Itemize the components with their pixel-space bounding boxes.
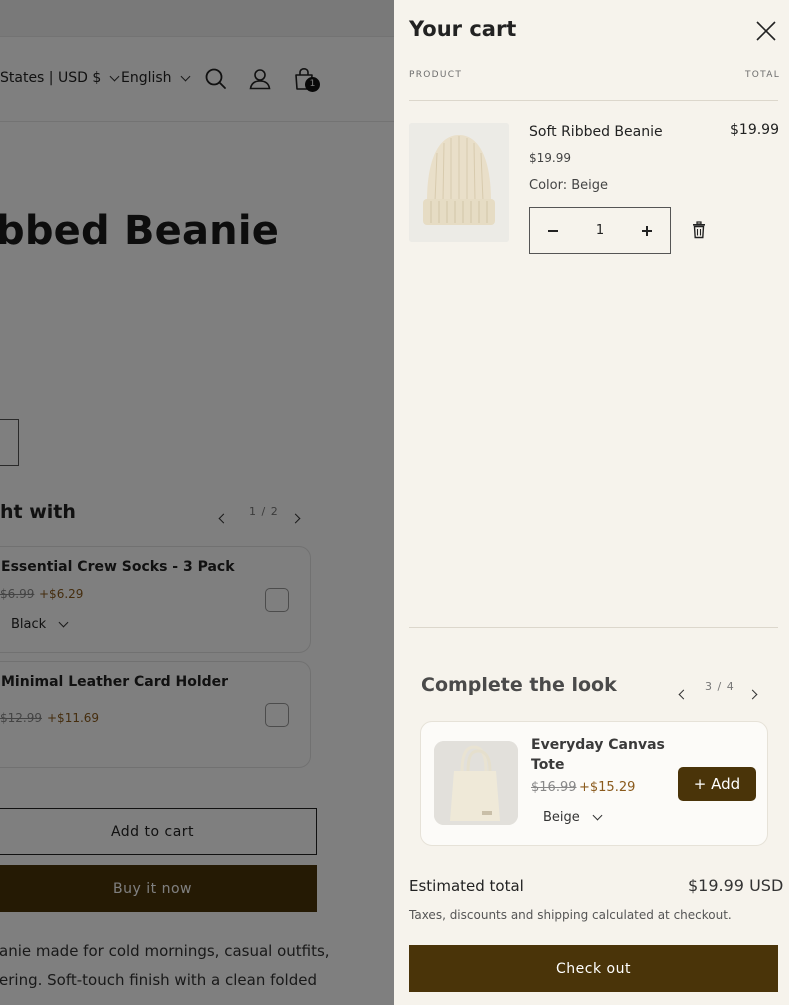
drawer-overlay[interactable] (0, 0, 394, 1005)
quantity-increase-button[interactable] (624, 208, 670, 253)
tote-bag-image (434, 741, 518, 825)
checkout-button[interactable]: Check out (409, 945, 778, 992)
recommended-product-variant: Beige (543, 810, 580, 825)
add-recommended-button[interactable]: + Add (678, 767, 756, 801)
quantity-decrease-button[interactable] (530, 208, 576, 253)
chevron-down-icon (592, 810, 603, 821)
estimated-total-label: Estimated total (409, 877, 524, 895)
cart-item-line-total: $19.99 (730, 122, 779, 138)
quantity-input[interactable]: 1 (576, 223, 624, 238)
recommended-product-name[interactable]: Everyday Canvas Tote (531, 735, 671, 775)
chevron-right-icon (747, 689, 758, 700)
estimated-total-value: $19.99 USD (688, 876, 784, 895)
recommended-product-new-price: +$15.29 (579, 780, 636, 795)
complete-the-look-title: Complete the look (421, 674, 617, 696)
cart-title: Your cart (409, 17, 517, 41)
cart-drawer: Your cart PRODUCT TOTAL Soft Ribbed Bean… (394, 0, 789, 1005)
cart-item-unit-price: $19.99 (529, 151, 571, 165)
recommended-product-old-price: $16.99 (531, 780, 577, 795)
recommended-product-variant-select[interactable]: Beige (543, 810, 603, 825)
complete-look-prev-button[interactable] (678, 683, 689, 702)
trash-icon[interactable] (691, 221, 707, 239)
tax-note: Taxes, discounts and shipping calculated… (409, 908, 732, 922)
complete-look-next-button[interactable] (747, 683, 758, 702)
beanie-image (409, 123, 509, 242)
chevron-left-icon (678, 689, 689, 700)
recommended-product-image[interactable] (434, 741, 518, 825)
complete-look-page-indicator: 3 / 4 (705, 680, 735, 693)
divider (409, 627, 778, 628)
close-icon[interactable] (755, 20, 777, 42)
divider (409, 100, 778, 101)
total-column-header: TOTAL (745, 70, 781, 80)
recommended-product-card: Everyday Canvas Tote $16.99 +$15.29 Beig… (420, 721, 768, 846)
cart-item-variant: Color: Beige (529, 178, 609, 193)
product-column-header: PRODUCT (409, 70, 463, 80)
quantity-stepper: 1 (529, 207, 671, 254)
cart-item-name[interactable]: Soft Ribbed Beanie (529, 124, 663, 140)
cart-item-image[interactable] (409, 123, 509, 242)
